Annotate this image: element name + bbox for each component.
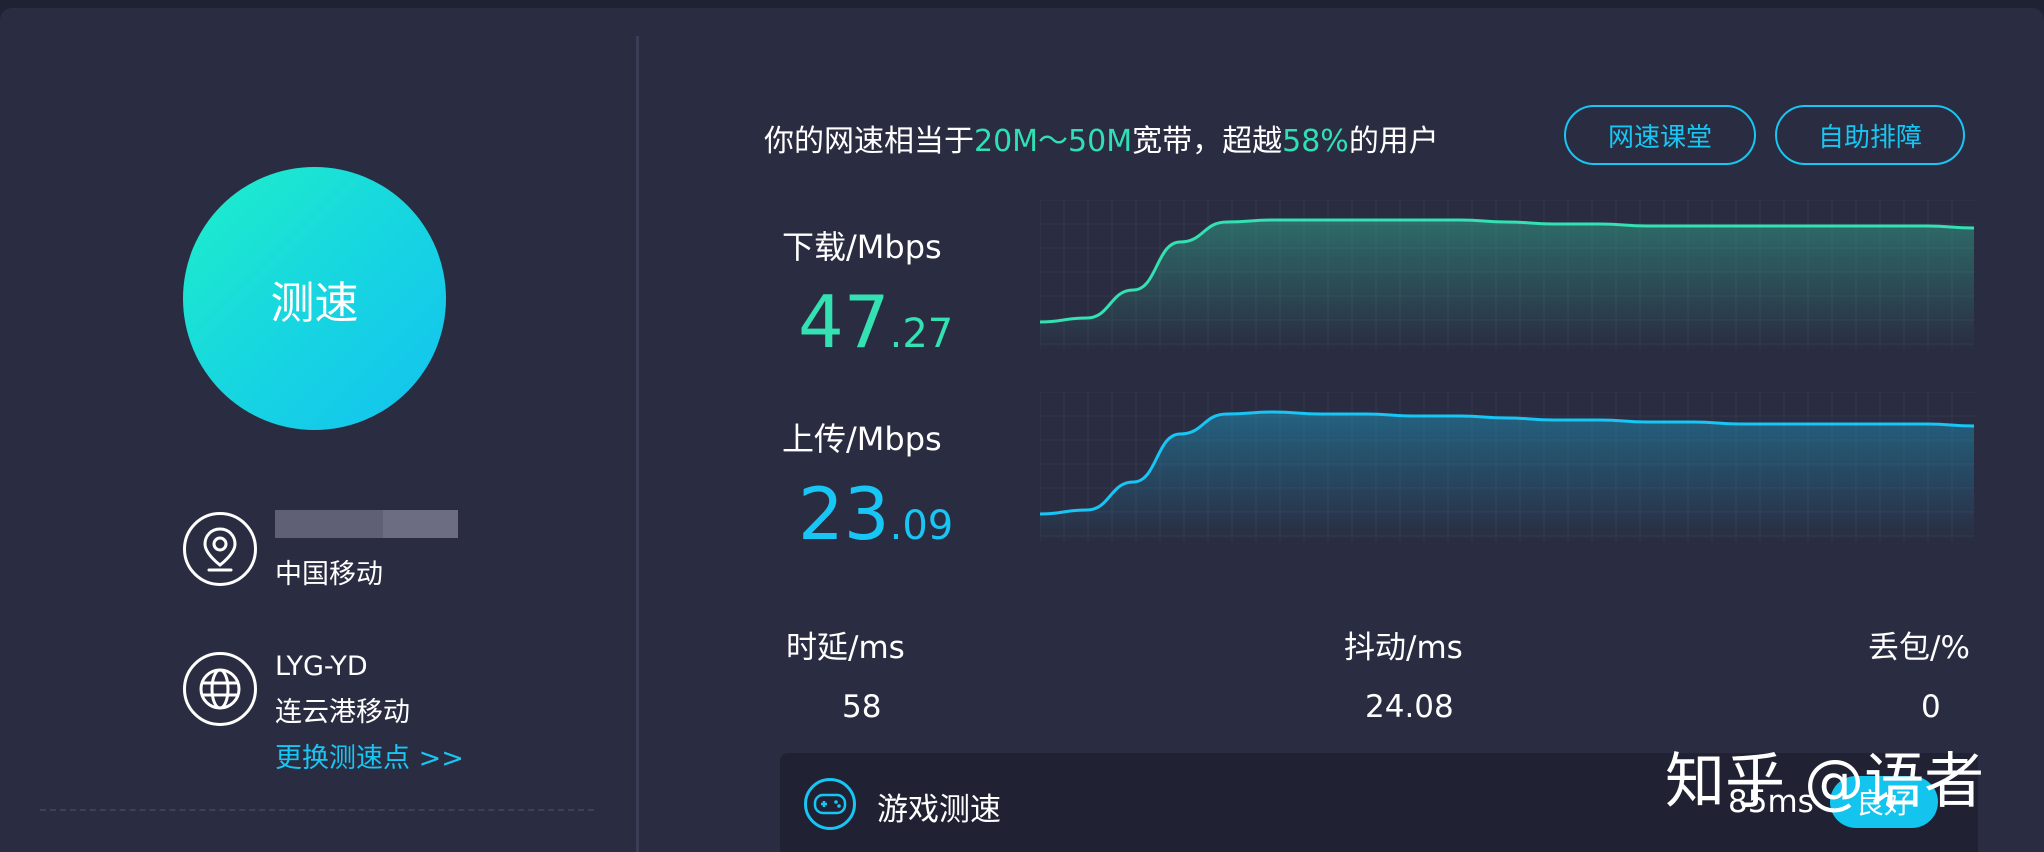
start-speedtest-button[interactable]: 测速 [183, 167, 446, 430]
gamepad-icon [804, 778, 856, 830]
isp-name: 中国移动 [275, 559, 383, 590]
server-node-info: LYG-YD 连云港移动 更换测速点 >> [183, 651, 464, 782]
percentile: 58% [1282, 124, 1349, 159]
upload-area [1040, 412, 1974, 542]
location-pin-icon [183, 512, 257, 586]
upload-integer: 23 [798, 472, 890, 556]
jitter-value: 24.08 [1365, 689, 1454, 725]
download-area [1040, 220, 1974, 350]
change-server-link[interactable]: 更换测速点 >> [275, 736, 464, 782]
redacted-ip-address [275, 510, 458, 538]
upload-decimal: .09 [889, 503, 954, 549]
bandwidth-range: 20M～50M [974, 124, 1133, 159]
download-chart [1040, 200, 1974, 350]
download-decimal: .27 [889, 311, 954, 357]
game-speedtest-label: 游戏测速 [877, 792, 1001, 828]
globe-icon [183, 652, 257, 726]
isp-info: 中国移动 [183, 510, 458, 591]
download-integer: 47 [798, 280, 890, 364]
upload-value: 23.09 [798, 472, 953, 556]
speedtest-button-label: 测速 [270, 277, 359, 329]
upload-chart [1040, 392, 1974, 542]
download-label: 下载/Mbps [782, 228, 942, 266]
left-dashed-divider [40, 809, 594, 811]
jitter-label: 抖动/ms [1344, 630, 1463, 666]
server-node-name: LYG-YD [275, 651, 368, 682]
latency-label: 时延/ms [786, 630, 905, 666]
upload-label: 上传/Mbps [782, 420, 942, 458]
server-node-location: 连云港移动 [275, 697, 410, 728]
packet-loss-value: 0 [1921, 689, 1941, 725]
speed-summary: 你的网速相当于20M～50M宽带，超越58%的用户 [764, 124, 1439, 159]
speed-course-button[interactable]: 网速课堂 [1564, 105, 1756, 165]
latency-value: 58 [842, 689, 882, 725]
packet-loss-label: 丢包/% [1868, 630, 1970, 666]
watermark: 知乎 @语者 [1665, 747, 1985, 817]
self-troubleshoot-button[interactable]: 自助排障 [1775, 105, 1965, 165]
download-value: 47.27 [798, 280, 953, 364]
column-divider [636, 36, 639, 852]
